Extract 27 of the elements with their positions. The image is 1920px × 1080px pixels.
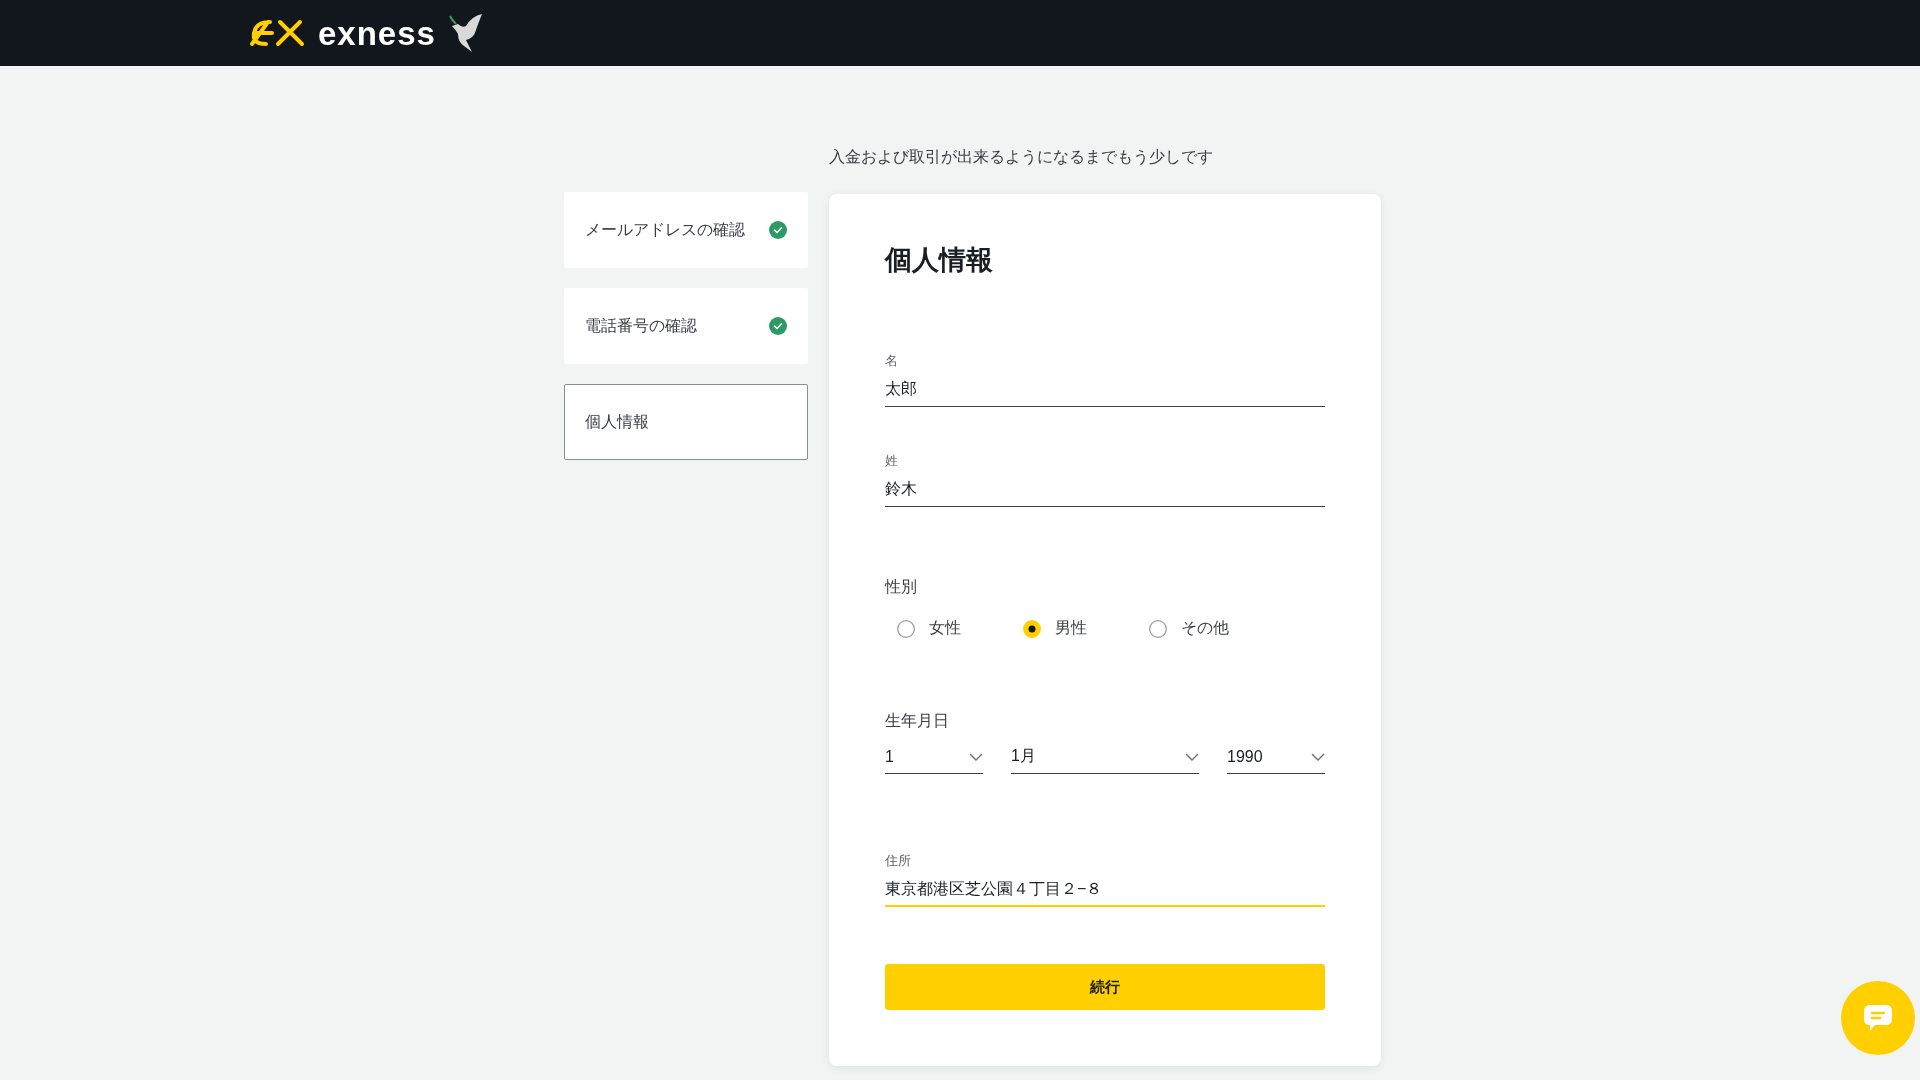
radio-option[interactable]: その他 <box>1149 618 1275 639</box>
text-input[interactable]: 東京都港区芝公園４丁目２−８ <box>885 880 1325 907</box>
dropdown-select[interactable]: 1990 <box>1227 746 1325 774</box>
text-input[interactable]: 太郎 <box>885 380 1325 407</box>
chevron-down-icon <box>969 752 983 761</box>
step-item[interactable]: 電話番号の確認 <box>564 288 808 364</box>
field-label: 名 <box>885 352 899 370</box>
chevron-down-icon <box>1311 752 1325 761</box>
chevron-down-icon <box>1185 752 1199 761</box>
field-label: 生年月日 <box>885 711 950 731</box>
field-label: 性別 <box>885 577 918 597</box>
radio-option[interactable]: 女性 <box>897 618 1023 639</box>
step-item[interactable]: メールアドレスの確認 <box>564 192 808 268</box>
subtitle-text: 入金および取引が出来るようになるまでもう少しです <box>829 148 1214 166</box>
radio-button[interactable] <box>897 619 915 638</box>
field-label: 姓 <box>885 452 899 470</box>
dropdown-select[interactable]: 1 <box>885 746 983 774</box>
dropdown-select[interactable]: 1月 <box>1011 746 1199 774</box>
logo-text: exness <box>318 16 436 50</box>
form-title: 個人情報 <box>885 244 993 277</box>
step-item[interactable]: 個人情報 <box>564 384 808 460</box>
radio-button[interactable] <box>1149 619 1167 638</box>
radio-button[interactable] <box>1023 619 1041 638</box>
text-input[interactable]: 鈴木 <box>885 480 1325 507</box>
continue-button[interactable]: 続行 <box>885 964 1325 1010</box>
field-label: 住所 <box>885 852 912 870</box>
radio-option[interactable]: 男性 <box>1023 618 1149 639</box>
